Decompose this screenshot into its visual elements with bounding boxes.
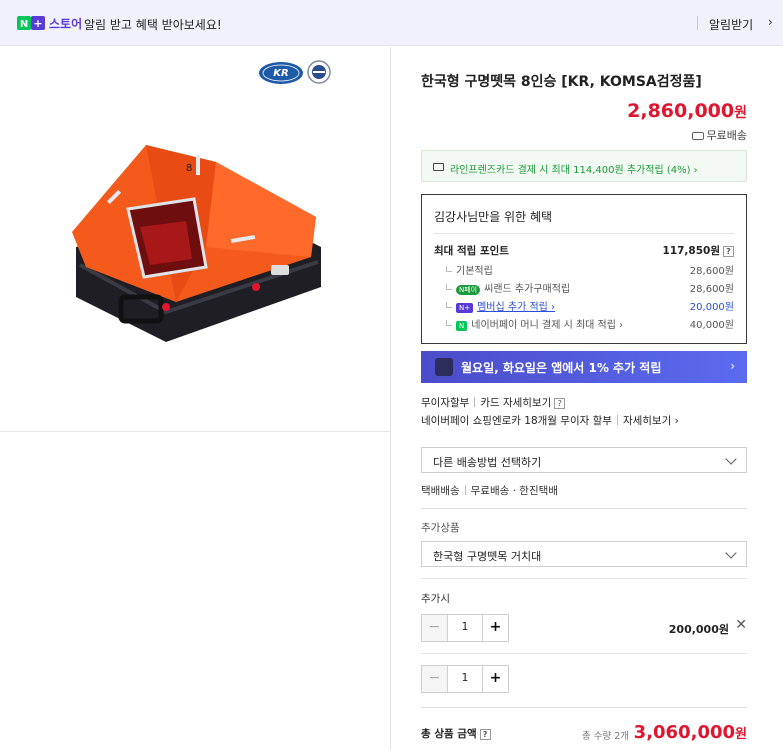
addon-quantity-stepper: − 1 + xyxy=(421,614,509,642)
product-title: 한국형 구명뗏목 8인승 [KR, KOMSA검정품] xyxy=(421,74,702,90)
price-value: 2,860,000 xyxy=(627,100,735,122)
tree-line-icon xyxy=(446,266,452,272)
card-icon xyxy=(433,163,444,171)
divider xyxy=(464,485,466,495)
benefit-box: 김강사님만을 위한 혜택 최대 적립 포인트 117,850원? 기본적립 28… xyxy=(421,194,747,344)
addon-section-label: 추가상품 xyxy=(421,522,460,534)
naver-n-icon: N xyxy=(456,321,468,331)
addon-product-value: 한국형 구명뗏목 거치대 xyxy=(433,550,542,563)
benefit-row: N 네이버페이 머니 결제 시 최대 적립 › 40,000원 xyxy=(434,316,734,332)
notification-message: 알림 받고 혜택 받아보세요! xyxy=(84,18,222,32)
komsa-certification-logo xyxy=(307,60,331,84)
benefit-row: N+ 멤버십 추가 적립 › 20,000원 xyxy=(434,298,734,314)
total-price-value: 3,060,000 xyxy=(633,722,736,743)
addon-product-select[interactable]: 한국형 구명뗏목 거치대 xyxy=(421,541,747,567)
increase-button[interactable]: + xyxy=(482,666,508,692)
max-points-label: 최대 적립 포인트 xyxy=(434,245,509,257)
app-promo-banner[interactable]: 월요일, 화요일은 앱에서 1% 추가 적립 › xyxy=(421,351,747,383)
store-points-label: 씨랜드 추가구매적립 xyxy=(484,284,571,295)
chevron-down-icon xyxy=(725,547,737,559)
npay-money-value: 40,000원 xyxy=(689,320,734,331)
tree-line-icon xyxy=(446,302,452,308)
naver-plus-icon: N + xyxy=(17,16,45,30)
decrease-button[interactable]: − xyxy=(422,666,448,692)
total-price: 3,060,000원 xyxy=(634,722,747,743)
divider xyxy=(421,653,747,654)
increase-button[interactable]: + xyxy=(482,615,508,641)
addon-item-label: 추가시 xyxy=(421,593,450,605)
product-image-panel: KR 8 xyxy=(0,47,391,750)
chevron-right-icon: › xyxy=(768,15,773,29)
card-details-link[interactable]: 카드 자세히보기 xyxy=(480,397,551,409)
shipping-carrier: 무료배송 · 한진택배 xyxy=(470,485,558,497)
free-shipping-label: 무료배송 xyxy=(691,127,747,143)
card-promo-text: 라인프렌즈카드 결제 시 최대 114,400원 추가적립 (4%) › xyxy=(450,165,698,176)
main-quantity-stepper: − 1 + xyxy=(421,665,509,693)
divider xyxy=(421,578,747,579)
svg-text:N: N xyxy=(20,19,28,30)
product-image-area[interactable]: KR 8 xyxy=(0,47,390,432)
shipping-type: 택배배송 xyxy=(421,485,460,497)
alarm-subscribe-button[interactable]: 알림받기 xyxy=(709,16,753,33)
membership-points-link[interactable]: 멤버십 추가 적립 › xyxy=(477,302,555,313)
shipping-text: 무료배송 xyxy=(706,129,747,142)
svg-text:KR: KR xyxy=(273,68,288,79)
divider xyxy=(421,707,747,708)
naver-plus-app-icon xyxy=(435,358,453,376)
tree-line-icon xyxy=(446,284,452,290)
npay-installment-label: 네이버페이 쇼핑엔로카 18개월 무이자 할부 xyxy=(421,415,612,427)
truck-icon xyxy=(691,132,704,140)
divider xyxy=(616,415,618,425)
chevron-right-icon: › xyxy=(730,359,735,373)
quantity-value[interactable]: 1 xyxy=(449,672,481,684)
max-points-row: 최대 적립 포인트 117,850원? xyxy=(434,243,734,259)
store-label: 스토어 xyxy=(49,17,83,31)
decrease-button[interactable]: − xyxy=(422,615,448,641)
life-raft-image: 8 xyxy=(72,145,321,342)
question-icon[interactable]: ? xyxy=(554,398,566,409)
svg-text:8: 8 xyxy=(186,163,192,174)
benefit-row: N페이 씨랜드 추가구매적립 28,600원 xyxy=(434,280,734,296)
close-icon[interactable]: ✕ xyxy=(735,617,747,633)
npay-details-link[interactable]: 자세히보기 › xyxy=(623,415,679,427)
shipping-info: 택배배송 무료배송 · 한진택배 xyxy=(421,483,558,498)
price-unit: 원 xyxy=(734,105,747,121)
notification-bar: N + 스토어 알림 받고 혜택 받아보세요! 알림받기 › xyxy=(0,0,783,46)
divider xyxy=(474,397,476,407)
npay-installment-row: 네이버페이 쇼핑엔로카 18개월 무이자 할부 자세히보기 › xyxy=(421,413,679,428)
question-icon[interactable]: ? xyxy=(479,729,491,740)
benefit-title: 김강사님만을 위한 혜택 xyxy=(434,210,553,224)
card-promo-banner[interactable]: 라인프렌즈카드 결제 시 최대 114,400원 추가적립 (4%) › xyxy=(421,150,747,182)
npay-badge-icon: N페이 xyxy=(456,285,481,295)
total-quantity: 총 수량 2개 xyxy=(581,731,629,742)
shipping-method-value: 다른 배송방법 선택하기 xyxy=(433,456,542,469)
divider xyxy=(434,233,734,234)
basic-points-label: 기본적립 xyxy=(456,266,493,277)
shipping-method-select[interactable]: 다른 배송방법 선택하기 xyxy=(421,447,747,473)
app-promo-text: 월요일, 화요일은 앱에서 1% 추가 적립 xyxy=(461,361,662,375)
addon-price: 200,000원 xyxy=(668,623,729,636)
svg-text:+: + xyxy=(33,17,42,30)
installment-label: 무이자할부 xyxy=(421,397,470,409)
benefit-row: 기본적립 28,600원 xyxy=(434,262,734,278)
basic-points-value: 28,600원 xyxy=(689,266,734,277)
divider xyxy=(697,16,698,30)
chevron-down-icon xyxy=(725,453,737,465)
total-label-text: 총 상품 금액 xyxy=(421,728,477,740)
installment-row: 무이자할부 카드 자세히보기? xyxy=(421,395,566,410)
product-price: 2,860,000원 xyxy=(627,100,747,122)
store-points-value: 28,600원 xyxy=(689,284,734,295)
quantity-value[interactable]: 1 xyxy=(449,621,481,633)
total-label: 총 상품 금액? xyxy=(421,726,491,741)
max-points-value: 117,850원 xyxy=(662,245,720,257)
naver-plus-icon: N+ xyxy=(456,303,474,313)
question-icon[interactable]: ? xyxy=(723,246,734,257)
tree-line-icon xyxy=(446,320,452,326)
divider xyxy=(421,508,747,509)
kr-certification-logo: KR xyxy=(259,62,303,84)
total-price-unit: 원 xyxy=(735,727,747,742)
membership-points-value: 20,000원 xyxy=(689,302,734,313)
npay-money-link[interactable]: 네이버페이 머니 결제 시 최대 적립 › xyxy=(471,320,623,331)
